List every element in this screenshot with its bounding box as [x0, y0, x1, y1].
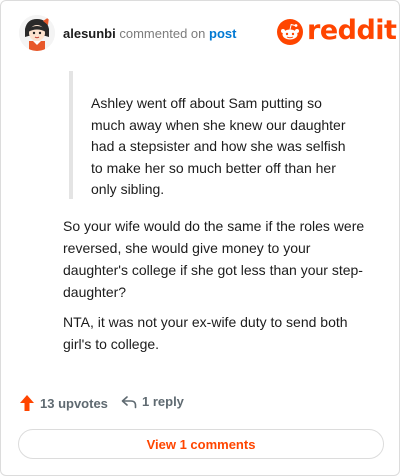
action-text: commented on: [119, 26, 206, 41]
reply-arrow-icon: [121, 395, 137, 408]
upvote-arrow-icon: [20, 395, 34, 411]
avatar-image: [19, 15, 55, 51]
comment-card: alesunbi commented on post reddit Ashley…: [0, 0, 400, 476]
comment-meta: alesunbi commented on post: [63, 26, 236, 42]
reddit-logo[interactable]: reddit: [277, 15, 397, 47]
comment-paragraph-1: So your wife would do the same if the ro…: [63, 218, 365, 300]
reddit-wordmark: reddit: [307, 15, 397, 46]
post-link[interactable]: post: [209, 26, 236, 41]
comment-paragraph-2: NTA, it was not your ex-wife duty to sen…: [63, 314, 348, 352]
view-comments-button[interactable]: View 1 comments: [18, 429, 384, 459]
blockquote: Ashley went off about Sam putting so muc…: [69, 71, 359, 199]
upvotes-count: 13 upvotes: [40, 395, 108, 411]
upvote-button[interactable]: 13 upvotes: [19, 394, 108, 412]
comment-header: alesunbi commented on post reddit: [19, 15, 397, 51]
username-link[interactable]: alesunbi: [63, 26, 116, 41]
reply-button[interactable]: 1 reply: [121, 394, 184, 409]
reddit-alien-icon: [277, 19, 303, 45]
comment-actions: 13 upvotes 1 reply: [19, 393, 379, 415]
quote-text: Ashley went off about Sam putting so muc…: [91, 95, 346, 197]
reply-count: 1 reply: [142, 394, 184, 409]
avatar[interactable]: [19, 15, 55, 51]
